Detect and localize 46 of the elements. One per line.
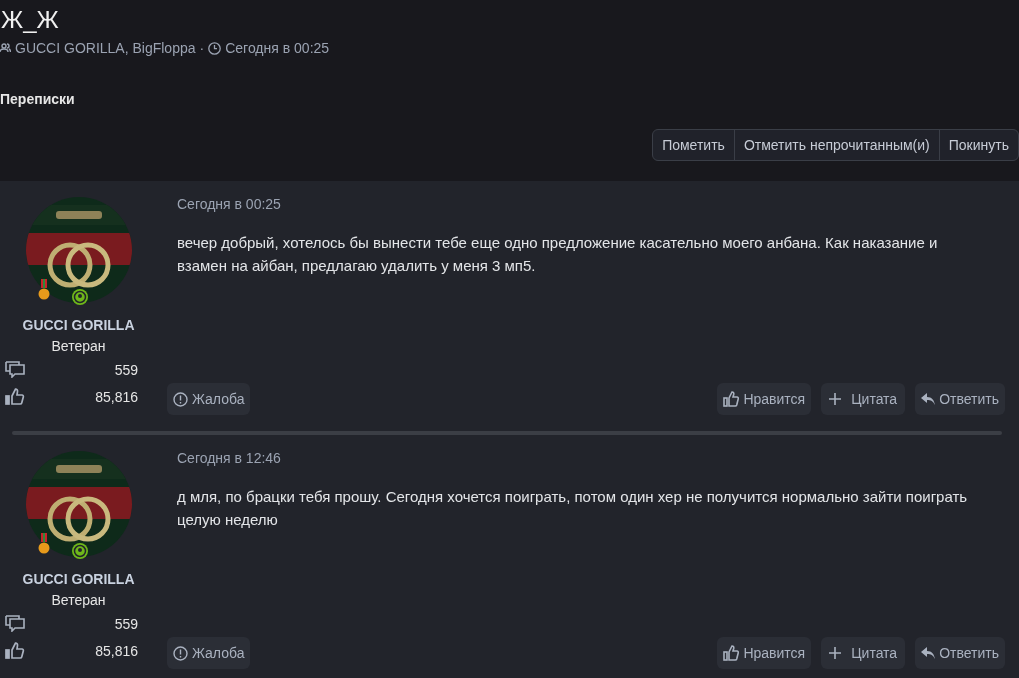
reply-icon [921,647,936,659]
reply-icon [921,393,936,405]
action-button[interactable]: Покинуть [938,130,1018,160]
post-time[interactable]: Сегодня в 12:46 [177,450,1005,466]
messages-icon [5,615,25,632]
plus-icon [829,393,842,405]
user-badge-icon [71,289,88,305]
breadcrumb-link[interactable]: Переписки [0,91,1019,107]
reactions-count: 85,816 [95,642,138,659]
author-name[interactable]: GUCCI GORILLA [22,571,135,587]
participants-link[interactable]: GUCCI GORILLA, BigFloppa [15,40,196,56]
messages-icon [5,361,25,378]
like-button[interactable]: Нравится [717,637,812,669]
thumbs-up-icon [5,642,25,659]
separator: · [199,40,205,56]
report-button[interactable]: Жалоба [167,637,251,669]
action-button[interactable]: Отметить непрочитанным(и) [733,130,939,160]
user-rank: Ветеран [51,338,106,354]
thumbs-up-icon [723,391,740,407]
author-name[interactable]: GUCCI GORILLA [22,317,135,333]
thumbs-up-icon [5,388,25,405]
clock-icon [208,41,222,55]
user-rank: Ветеран [51,592,106,608]
warning-icon [173,391,188,407]
people-icon [0,43,11,53]
like-button[interactable]: Нравится [717,383,812,415]
messages-count: 559 [114,615,138,632]
action-button[interactable]: Пометить [653,130,734,160]
reactions-count: 85,816 [95,388,138,405]
plus-icon [829,647,842,659]
reply-button[interactable]: Ответить [915,383,1005,415]
thumbs-up-icon [723,645,740,661]
message-text: вечер добрый, хотелось бы вынести тебе еще одно предложение касательно моего анбана. Как наказание и взамен на айбан, предлагаю удалить у меня 3 мп5. [177,233,939,276]
messages-count: 559 [114,361,138,378]
reply-button[interactable]: Ответить [915,637,1005,669]
start-time: Сегодня в 00:25 [225,40,330,56]
quote-button[interactable]: Цитата [821,637,906,669]
message-text: д мля, по брацки тебя прошу. Сегодня хочется поиграть, потом один хер не получится нормально зайти поиграть целую неделю [177,487,969,530]
quote-button[interactable]: Цитата [821,383,906,415]
conversation-title: Ж_Ж [1,5,60,35]
medal-icon [37,279,50,301]
report-button[interactable]: Жалоба [167,383,251,415]
warning-icon [173,645,188,661]
user-badge-icon [71,543,88,559]
medal-icon [37,533,50,555]
post-time[interactable]: Сегодня в 00:25 [177,196,1005,212]
